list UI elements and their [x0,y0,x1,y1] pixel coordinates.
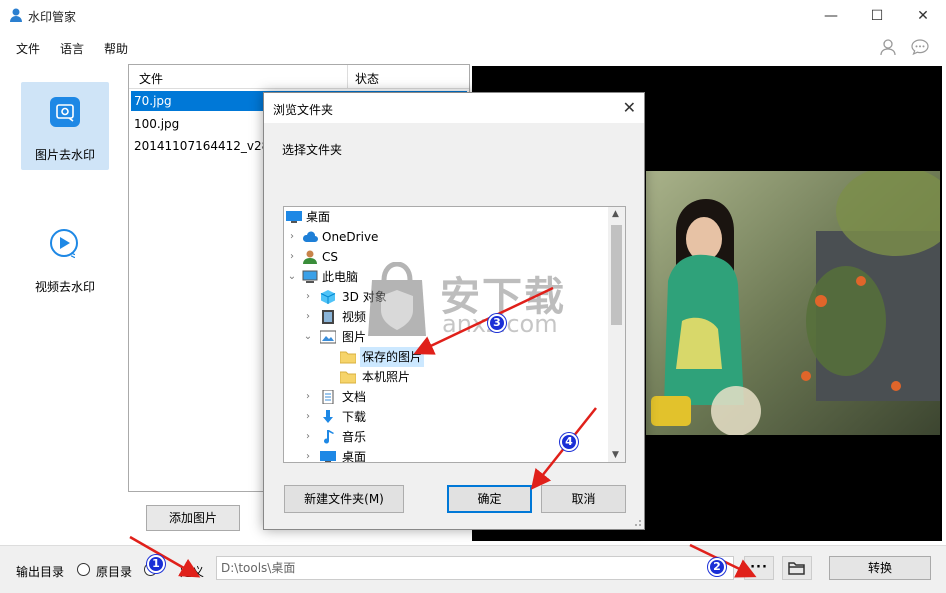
tool-video-watermark-label: 视频去水印 [34,280,95,294]
open-folder-button[interactable] [782,556,812,580]
tree-item[interactable]: › 文档 [284,387,608,407]
tree-item[interactable]: 本机照片 [284,367,608,387]
tree-item[interactable]: › OneDrive [284,227,608,247]
menu-language[interactable]: 语言 [60,40,84,57]
dialog-close-icon[interactable]: ✕ [623,98,636,117]
browse-button[interactable]: ··· [744,556,774,580]
user-account-icon[interactable] [879,38,897,56]
menu-help[interactable]: 帮助 [104,40,128,57]
folder-icon [340,351,356,364]
music-icon [324,430,334,444]
document-icon [322,390,334,404]
expand-arrow-icon[interactable]: › [286,227,298,247]
output-path-input[interactable]: D:\tools\桌面 [216,556,734,580]
title-bar: 水印管家 — ☐ ✕ [0,0,946,32]
image-watermark-icon [50,97,80,127]
cloud-icon [302,231,318,242]
menu-file[interactable]: 文件 [16,40,40,57]
annotation-badge-1: 1 [147,555,165,573]
video-folder-icon [322,310,334,324]
column-divider[interactable] [347,65,348,89]
collapse-arrow-icon[interactable]: ⌄ [286,267,298,287]
annotation-badge-3: 3 [488,314,506,332]
tree-item[interactable]: 桌面 [284,207,608,227]
tree-scrollbar[interactable]: ▲ ▼ [608,207,625,462]
bottom-bar: 输出目录 原目录 定义 D:\tools\桌面 ··· 转换 [0,545,946,593]
add-image-button[interactable]: 添加图片 [146,505,240,531]
expand-arrow-icon[interactable]: › [302,427,314,447]
output-dir-label: 输出目录 [16,565,65,579]
resize-grip-icon[interactable] [632,517,642,527]
new-folder-button[interactable]: 新建文件夹(M) [284,485,404,513]
cube-icon [320,290,336,304]
tree-item[interactable]: › 下载 [284,407,608,427]
expand-arrow-icon[interactable]: › [302,407,314,427]
minimize-button[interactable]: — [808,0,854,32]
close-button[interactable]: ✕ [900,0,946,32]
tree-item[interactable]: › 桌面 [284,447,608,462]
column-status[interactable]: 状态 [355,70,379,87]
tree-item-selected[interactable]: 保存的图片 [284,347,608,367]
radio-original-label[interactable]: 原目录 [96,563,132,580]
radio-original-dir[interactable] [77,563,90,576]
user-icon [303,250,317,264]
window-title: 水印管家 [28,10,77,24]
scroll-up-icon[interactable]: ▲ [612,209,619,219]
pictures-folder-icon [320,330,336,344]
collapse-arrow-icon[interactable]: ⌄ [302,327,314,347]
video-watermark-icon [50,229,78,259]
desktop-icon [286,211,302,223]
convert-button[interactable]: 转换 [829,556,931,580]
radio-custom-label[interactable]: 定义 [180,563,204,580]
app-window: 水印管家 — ☐ ✕ 文件 语言 帮助 图片去水印 视频去水印 文件 状态 70… [0,0,946,593]
scrollbar-thumb[interactable] [611,225,622,325]
annotation-badge-2: 2 [708,558,726,576]
annotation-badge-4: 4 [560,433,578,451]
folder-icon [788,562,805,575]
expand-arrow-icon[interactable]: › [302,447,314,462]
site-watermark: 安下载 anxz.com [362,262,582,342]
tool-video-watermark[interactable]: 视频去水印 [21,214,109,302]
dialog-title-bar: 浏览文件夹 ✕ [264,93,644,123]
desktop-icon [320,451,336,462]
preview-photo [646,171,940,435]
dialog-title: 浏览文件夹 [273,103,334,117]
expand-arrow-icon[interactable]: › [302,287,314,307]
dialog-description: 选择文件夹 [282,143,343,157]
tool-sidebar: 图片去水印 视频去水印 [0,62,128,540]
folder-icon [340,371,356,384]
file-list-header: 文件 状态 [129,65,469,89]
column-file[interactable]: 文件 [139,70,163,87]
menu-bar: 文件 语言 帮助 [0,32,946,60]
scroll-down-icon[interactable]: ▼ [612,450,619,460]
shield-bag-icon [368,262,426,336]
download-icon [323,410,333,423]
maximize-button[interactable]: ☐ [854,0,900,32]
computer-icon [302,270,318,283]
chat-feedback-icon[interactable] [911,38,929,56]
expand-arrow-icon[interactable]: › [302,307,314,327]
cancel-button[interactable]: 取消 [541,485,626,513]
app-logo-icon [10,8,22,22]
tool-image-watermark[interactable]: 图片去水印 [21,82,109,170]
expand-arrow-icon[interactable]: › [302,387,314,407]
expand-arrow-icon[interactable]: › [286,247,298,267]
ok-button[interactable]: 确定 [447,485,532,513]
tool-image-watermark-label: 图片去水印 [34,148,95,162]
